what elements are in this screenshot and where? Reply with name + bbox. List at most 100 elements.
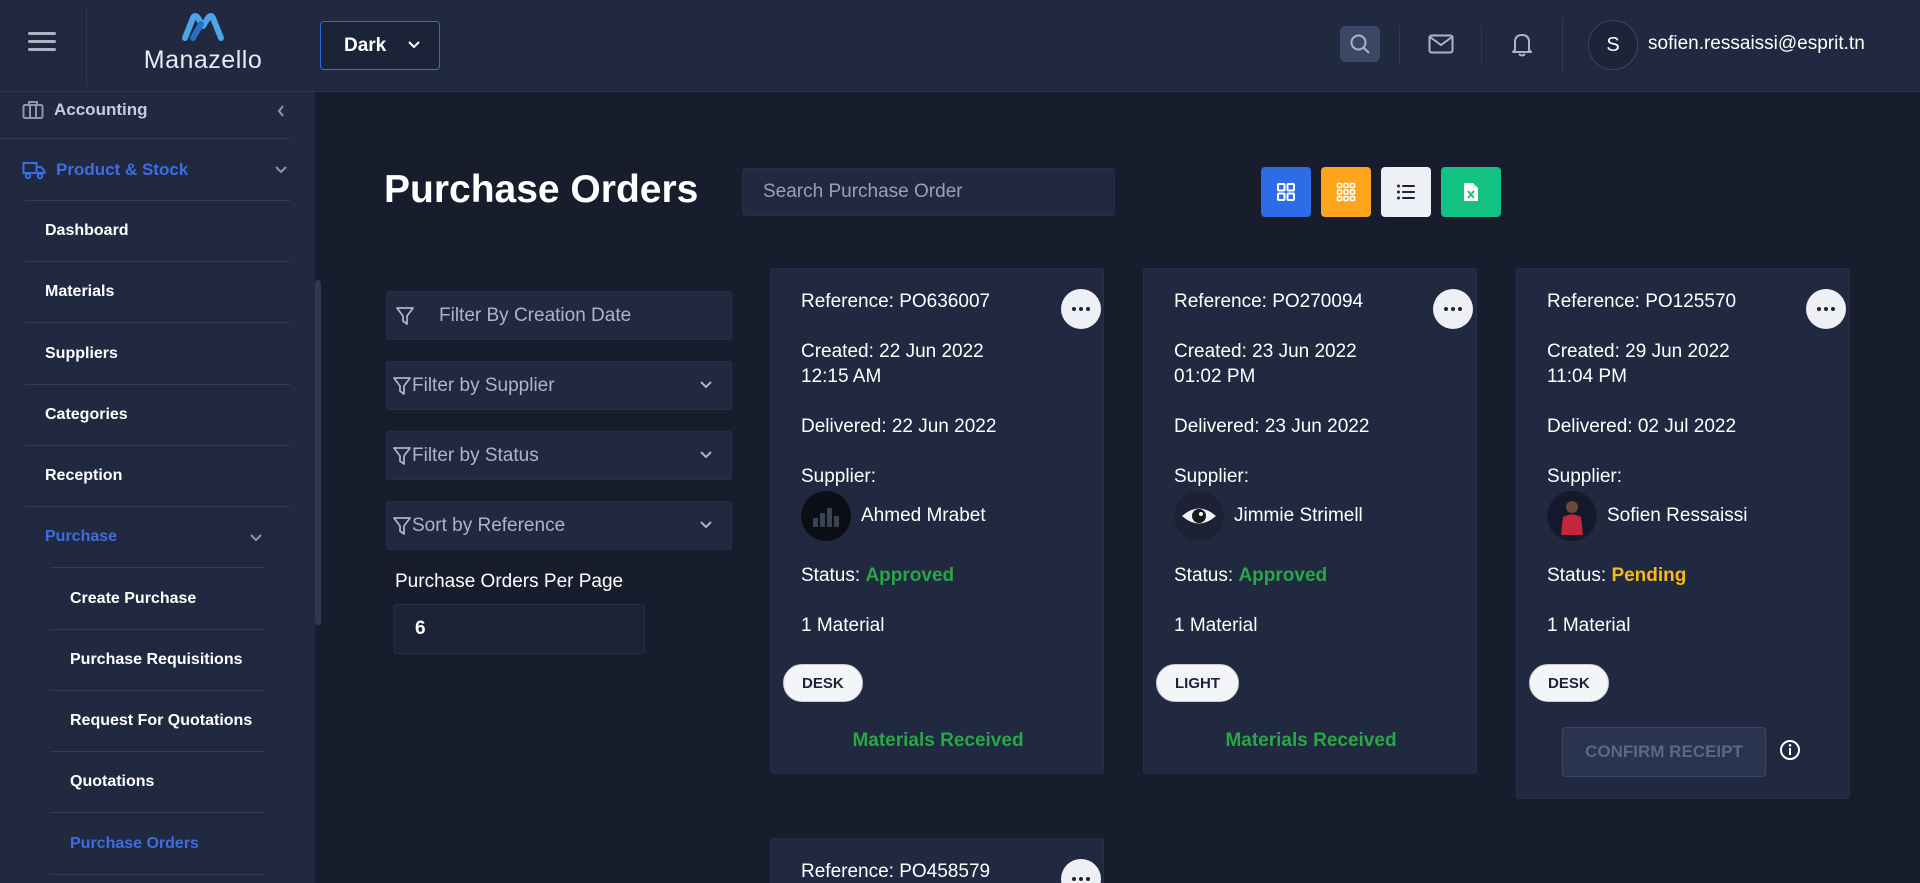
sidebar-item-request-for-quotations[interactable]: Request For Quotations <box>70 712 252 730</box>
chevron-down-icon[interactable] <box>249 533 263 543</box>
chevron-left-icon[interactable] <box>276 104 286 118</box>
sidebar-item-create-purchase[interactable]: Create Purchase <box>70 590 196 608</box>
more-options-button[interactable] <box>1433 289 1473 329</box>
list-view-button[interactable] <box>1381 167 1431 217</box>
divider <box>50 812 265 813</box>
info-icon[interactable] <box>1779 739 1801 761</box>
sidebar-item-product-stock[interactable]: Product & Stock <box>22 160 188 180</box>
search-input[interactable] <box>742 168 1115 216</box>
sidebar-item-dashboard[interactable]: Dashboard <box>45 222 129 240</box>
status-label: Status: <box>1174 565 1234 586</box>
divider <box>1399 26 1400 66</box>
supplier-name: Jimmie Strimell <box>1234 505 1363 526</box>
divider <box>50 690 265 691</box>
supplier-name: Ahmed Mrabet <box>861 505 986 526</box>
card-supplier[interactable]: Ahmed Mrabet <box>801 491 986 541</box>
sort-by-reference[interactable]: Sort by Reference <box>386 501 732 550</box>
card-reference: Reference: PO636007 <box>801 291 991 312</box>
card-created-date: Created: 22 Jun 2022 <box>801 341 984 362</box>
search-button[interactable] <box>1340 26 1380 62</box>
card-supplier[interactable]: Jimmie Strimell <box>1174 491 1363 541</box>
status-label: Status: <box>801 565 861 586</box>
user-avatar[interactable]: S <box>1588 20 1638 70</box>
purchase-order-card: Reference: PO458579 <box>770 838 1104 883</box>
user-email[interactable]: sofien.ressaissi@esprit.tn <box>1648 33 1865 55</box>
export-excel-button[interactable] <box>1441 167 1501 217</box>
more-options-button[interactable] <box>1061 859 1101 883</box>
card-created-time: 12:15 AM <box>801 366 882 387</box>
purchase-order-card: Reference: PO125570 Created: 29 Jun 2022… <box>1516 268 1850 799</box>
supplier-name: Sofien Ressaissi <box>1607 505 1748 526</box>
logo[interactable]: Manazello <box>137 12 269 76</box>
filter-by-supplier[interactable]: Filter by Supplier <box>386 361 732 410</box>
top-bar: Manazello Dark S sofien.ressaissi@esprit… <box>0 0 1920 92</box>
card-supplier[interactable]: Sofien Ressaissi <box>1547 491 1747 541</box>
more-options-button[interactable] <box>1806 289 1846 329</box>
card-status: Status: Pending <box>1547 565 1686 587</box>
card-created-date: Created: 23 Jun 2022 <box>1174 341 1357 362</box>
card-reference: Reference: PO270094 <box>1174 291 1364 312</box>
per-page-input[interactable] <box>394 604 645 654</box>
card-delivered: Delivered: 02 Jul 2022 <box>1547 416 1737 437</box>
supplier-avatar <box>1174 491 1224 541</box>
messages-button[interactable] <box>1421 26 1461 62</box>
card-materials: 1 Material <box>1174 615 1258 636</box>
card-created-time: 11:04 PM <box>1547 366 1627 387</box>
compact-grid-view-button[interactable] <box>1321 167 1371 217</box>
menu-icon[interactable] <box>28 32 56 56</box>
per-page-label: Purchase Orders Per Page <box>395 571 624 592</box>
grid-icon <box>1277 183 1295 201</box>
divider <box>25 200 290 201</box>
chevron-down-icon <box>408 41 420 49</box>
divider <box>1562 18 1563 72</box>
filter-by-status[interactable]: Filter by Status <box>386 431 732 480</box>
divider <box>1481 26 1482 66</box>
card-reference: Reference: PO125570 <box>1547 291 1737 312</box>
card-materials: 1 Material <box>1547 615 1631 636</box>
status-badge: Approved <box>865 565 955 586</box>
divider <box>25 506 290 507</box>
category-tag[interactable]: LIGHT <box>1156 664 1239 702</box>
category-tag[interactable]: DESK <box>1529 664 1609 702</box>
chevron-down-icon[interactable] <box>274 165 288 175</box>
sidebar-item-materials[interactable]: Materials <box>45 283 114 301</box>
filter-creation-date[interactable]: Filter By Creation Date <box>386 291 732 340</box>
grid-view-button[interactable] <box>1261 167 1311 217</box>
list-icon <box>1397 184 1415 200</box>
sidebar-item-purchase-orders[interactable]: Purchase Orders <box>70 835 199 853</box>
sidebar-item-accounting[interactable]: Accounting <box>22 100 148 120</box>
sidebar-item-reception[interactable]: Reception <box>45 467 122 485</box>
theme-select[interactable]: Dark <box>320 21 440 70</box>
filter-icon <box>395 306 415 326</box>
divider <box>25 322 290 323</box>
sidebar-item-label: Accounting <box>54 100 148 119</box>
supplier-avatar <box>1547 491 1597 541</box>
sidebar-item-suppliers[interactable]: Suppliers <box>45 345 118 363</box>
sidebar-item-categories[interactable]: Categories <box>45 406 128 424</box>
logo-text: Manazello <box>143 46 263 74</box>
divider <box>50 567 265 568</box>
divider <box>0 138 290 139</box>
sort-by-reference-label: Sort by Reference <box>412 514 566 536</box>
notifications-button[interactable] <box>1502 26 1542 62</box>
sidebar-scrollbar[interactable] <box>315 280 321 625</box>
card-created-time: 01:02 PM <box>1174 366 1256 387</box>
sidebar-item-purchase-requisitions[interactable]: Purchase Requisitions <box>70 651 243 669</box>
excel-file-icon <box>1464 183 1478 201</box>
card-supplier-label: Supplier: <box>1547 466 1622 487</box>
materials-received-label: Materials Received <box>852 730 1024 751</box>
sidebar: Accounting Product & Stock Dashboard Mat… <box>0 92 315 883</box>
sidebar-item-label: Product & Stock <box>56 160 189 179</box>
logo-icon <box>182 13 224 41</box>
mail-icon <box>1428 34 1454 54</box>
sidebar-item-purchase[interactable]: Purchase <box>45 528 117 546</box>
purchase-order-card: Reference: PO270094 Created: 23 Jun 2022… <box>1143 268 1477 774</box>
category-tag[interactable]: DESK <box>783 664 863 702</box>
sidebar-item-quotations[interactable]: Quotations <box>70 773 154 791</box>
more-options-button[interactable] <box>1061 289 1101 329</box>
chevron-down-icon <box>700 381 712 389</box>
page-title: Purchase Orders <box>384 168 699 211</box>
briefcase-icon <box>22 100 44 120</box>
dots-grid-icon <box>1336 182 1356 202</box>
confirm-receipt-button[interactable]: CONFIRM RECEIPT <box>1562 727 1766 777</box>
